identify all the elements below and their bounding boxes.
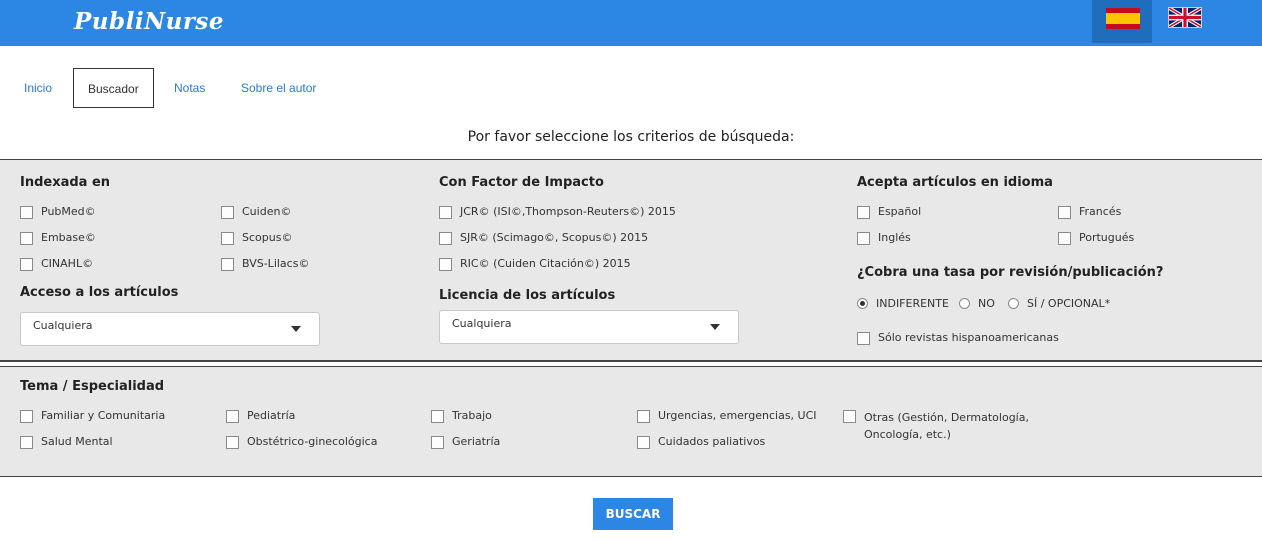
nav-sobre-el-autor[interactable]: Sobre el autor: [241, 68, 316, 108]
checkbox[interactable]: [1058, 232, 1071, 245]
logo[interactable]: PubliNurse: [74, 8, 224, 35]
chevron-down-icon: [291, 326, 301, 332]
language-heading: Acepta artículos en idioma: [857, 175, 1053, 190]
checkbox[interactable]: [20, 206, 33, 219]
chevron-down-icon: [710, 324, 720, 330]
checkbox[interactable]: [857, 232, 870, 245]
checkbox-ingles[interactable]: Inglés: [857, 231, 911, 245]
checkbox[interactable]: [1058, 206, 1071, 219]
checkbox[interactable]: [431, 436, 444, 449]
checkbox-obstetrico[interactable]: Obstétrico-ginecológica: [226, 435, 377, 449]
checkbox-pediatria[interactable]: Pediatría: [226, 409, 295, 423]
checkbox-geriatria[interactable]: Geriatría: [431, 435, 500, 449]
checkbox[interactable]: [637, 436, 650, 449]
topic-heading: Tema / Especialidad: [20, 379, 165, 394]
es-flag-icon[interactable]: [1106, 8, 1140, 29]
topic-panel: [0, 366, 1262, 477]
checkbox-otras[interactable]: Otras (Gestión, Dermatología, Oncología, …: [843, 409, 1029, 443]
search-button[interactable]: BUSCAR: [593, 498, 673, 530]
checkbox[interactable]: [439, 258, 452, 271]
radio-button[interactable]: [959, 298, 970, 309]
checkbox[interactable]: [20, 436, 33, 449]
checkbox[interactable]: [221, 206, 234, 219]
checkbox[interactable]: [439, 206, 452, 219]
radio-no[interactable]: NO: [959, 297, 995, 310]
checkbox[interactable]: [637, 410, 650, 423]
checkbox[interactable]: [857, 206, 870, 219]
checkbox-frances[interactable]: Francés: [1058, 205, 1121, 219]
nav-buscador[interactable]: Buscador: [73, 68, 154, 108]
checkbox[interactable]: [226, 436, 239, 449]
checkbox-embase[interactable]: Embase©: [20, 231, 96, 245]
checkbox-espanol[interactable]: Español: [857, 205, 921, 219]
checkbox-jcr[interactable]: JCR© (ISI©,Thompson-Reuters©) 2015: [439, 205, 676, 219]
checkbox-portugues[interactable]: Portugués: [1058, 231, 1134, 245]
checkbox-salud-mental[interactable]: Salud Mental: [20, 435, 113, 449]
radio-si-opcional[interactable]: SÍ / OPCIONAL*: [1008, 297, 1110, 310]
radio-indiferente[interactable]: INDIFERENTE: [857, 297, 949, 310]
checkbox[interactable]: [439, 232, 452, 245]
fee-heading: ¿Cobra una tasa por revisión/publicación…: [857, 265, 1164, 280]
checkbox[interactable]: [221, 258, 234, 271]
uk-flag-icon[interactable]: [1168, 7, 1202, 28]
checkbox[interactable]: [226, 410, 239, 423]
checkbox-trabajo[interactable]: Trabajo: [431, 409, 492, 423]
checkbox[interactable]: [843, 410, 856, 423]
checkbox-scopus[interactable]: Scopus©: [221, 231, 292, 245]
checkbox[interactable]: [20, 410, 33, 423]
checkbox-cuiden[interactable]: Cuiden©: [221, 205, 291, 219]
checkbox-familiar[interactable]: Familiar y Comunitaria: [20, 409, 165, 423]
license-select[interactable]: Cualquiera: [439, 310, 739, 344]
checkbox[interactable]: [431, 410, 444, 423]
checkbox-hispanic-only[interactable]: Sólo revistas hispanoamericanas: [857, 331, 1059, 345]
indexed-heading: Indexada en: [20, 175, 111, 190]
checkbox-sjr[interactable]: SJR© (Scimago©, Scopus©) 2015: [439, 231, 648, 245]
impact-heading: Con Factor de Impacto: [439, 175, 604, 190]
checkbox-cinahl[interactable]: CINAHL©: [20, 257, 93, 271]
access-heading: Acceso a los artículos: [20, 285, 179, 300]
checkbox[interactable]: [20, 258, 33, 271]
search-prompt: Por favor seleccione los criterios de bú…: [467, 129, 795, 145]
license-heading: Licencia de los artículos: [439, 288, 616, 303]
checkbox[interactable]: [20, 232, 33, 245]
radio-button[interactable]: [1008, 298, 1019, 309]
nav-inicio[interactable]: Inicio: [24, 68, 52, 108]
checkbox-pubmed[interactable]: PubMed©: [20, 205, 96, 219]
radio-button[interactable]: [857, 298, 868, 309]
checkbox[interactable]: [857, 332, 870, 345]
checkbox[interactable]: [221, 232, 234, 245]
checkbox-bvs-lilacs[interactable]: BVS-Lilacs©: [221, 257, 309, 271]
checkbox-ric[interactable]: RIC© (Cuiden Citación©) 2015: [439, 257, 631, 271]
checkbox-paliativos[interactable]: Cuidados paliativos: [637, 435, 765, 449]
nav-notas[interactable]: Notas: [174, 68, 205, 108]
checkbox-urgencias[interactable]: Urgencias, emergencias, UCI: [637, 409, 817, 423]
access-select[interactable]: Cualquiera: [20, 312, 320, 346]
